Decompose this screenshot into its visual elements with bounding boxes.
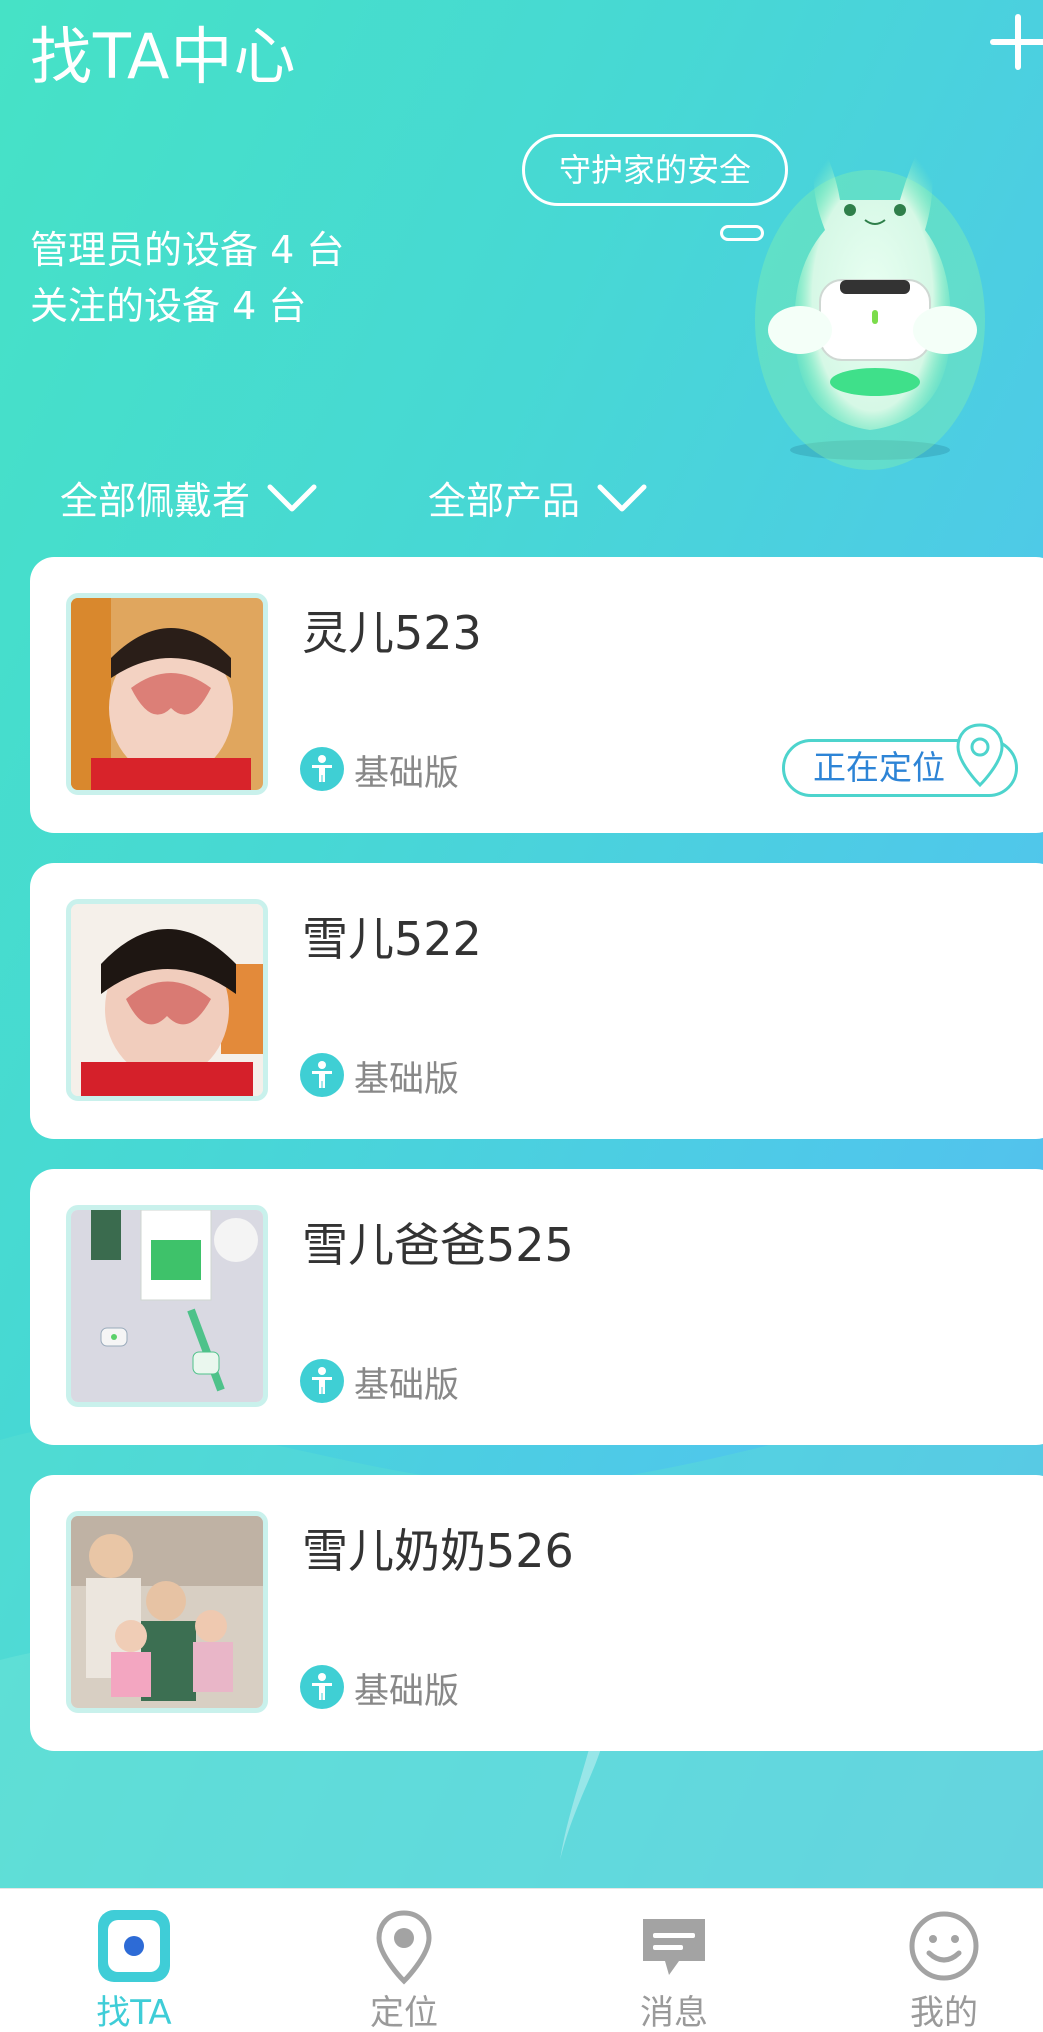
message-icon <box>643 1919 705 1975</box>
find-ta-icon <box>98 1910 170 1982</box>
person-icon <box>300 1359 344 1403</box>
tab-find-ta[interactable]: 找TA <box>44 1889 224 2032</box>
tab-location[interactable]: 定位 <box>314 1889 494 2032</box>
filter-bar: 全部佩戴者 全部产品 <box>0 470 1043 530</box>
device-edition: 基础版 <box>354 1060 460 1100</box>
device-card[interactable]: 雪儿522 基础版 <box>30 863 1043 1139</box>
device-edition: 基础版 <box>354 754 460 794</box>
device-avatar <box>66 899 268 1101</box>
device-avatar <box>66 1205 268 1407</box>
device-card[interactable]: 灵儿523 基础版 正在定位 <box>30 557 1043 833</box>
find-ta-screen: 找TA中心 管理员的设备 4 台 关注的设备 4 台 守护家的安全 全部佩戴者 … <box>0 0 1043 2032</box>
bottom-tab-bar: 找TA 定位 消息 我的 <box>0 1888 1043 2032</box>
device-name: 雪儿爸爸525 <box>302 1218 574 1272</box>
device-edition: 基础版 <box>354 1672 460 1712</box>
device-name: 雪儿奶奶526 <box>302 1524 574 1578</box>
device-avatar <box>66 1511 268 1713</box>
tab-label: 消息 <box>640 1993 708 2032</box>
person-icon <box>300 747 344 791</box>
product-filter-label: 全部产品 <box>428 479 581 523</box>
wearer-filter-label: 全部佩戴者 <box>60 479 251 523</box>
tab-messages[interactable]: 消息 <box>584 1889 764 2032</box>
device-stats: 管理员的设备 4 台 关注的设备 4 台 <box>30 222 344 334</box>
tab-profile[interactable]: 我的 <box>854 1889 1034 2032</box>
device-name: 灵儿523 <box>302 606 482 660</box>
followed-device-count: 关注的设备 4 台 <box>30 284 307 328</box>
wearer-filter[interactable]: 全部佩戴者 <box>60 470 318 525</box>
device-avatar <box>66 593 268 795</box>
page-title: 找TA中心 <box>30 20 297 93</box>
location-pin-icon <box>376 1910 432 1985</box>
product-filter[interactable]: 全部产品 <box>428 470 648 525</box>
device-name: 雪儿522 <box>302 912 482 966</box>
admin-device-count: 管理员的设备 4 台 <box>30 228 345 272</box>
chevron-down-icon <box>267 484 317 511</box>
tab-label: 定位 <box>370 1993 438 2032</box>
person-icon <box>300 1665 344 1709</box>
smiley-face-icon <box>909 1911 979 1981</box>
device-card[interactable]: 雪儿爸爸525 基础版 <box>30 1169 1043 1445</box>
chevron-down-icon <box>597 484 647 511</box>
add-device-button[interactable] <box>990 14 1043 70</box>
device-card[interactable]: 雪儿奶奶526 基础版 <box>30 1475 1043 1751</box>
person-icon <box>300 1053 344 1097</box>
location-pin-icon <box>956 723 1004 788</box>
mascot-illustration <box>755 135 985 470</box>
device-edition: 基础版 <box>354 1366 460 1406</box>
tab-label: 找TA <box>96 1993 172 2032</box>
tab-label: 我的 <box>910 1993 978 2032</box>
